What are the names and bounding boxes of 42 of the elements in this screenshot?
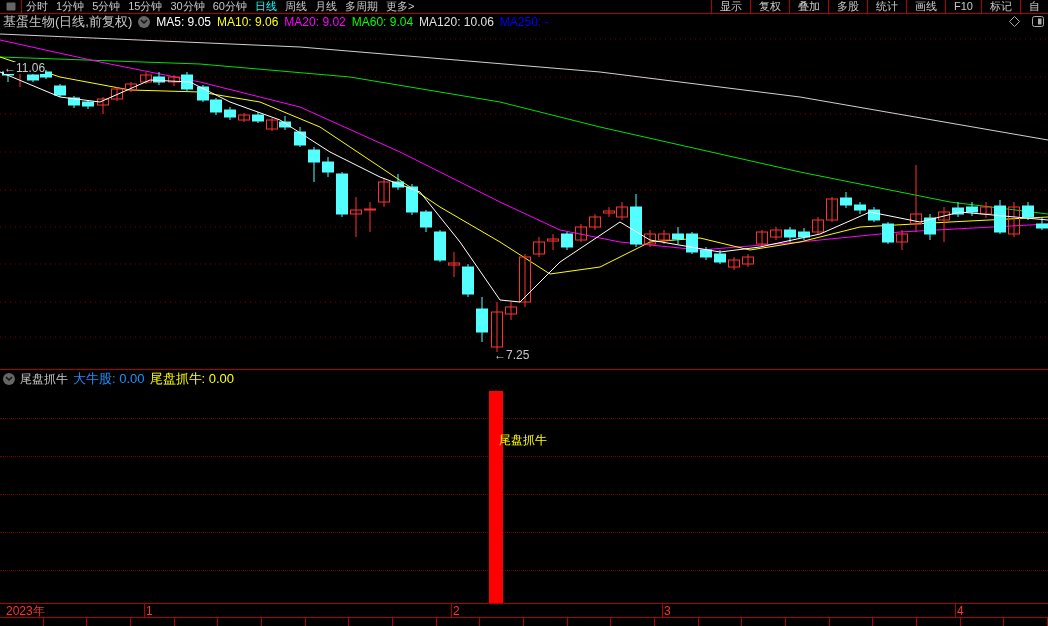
dropdown-icon[interactable] <box>3 373 15 385</box>
moving-average-value: MA250: - <box>499 13 549 31</box>
toolbar-button[interactable]: 统计 <box>867 0 907 14</box>
toolbar-button[interactable]: 画线 <box>906 0 946 14</box>
panel-toggle-icon[interactable] <box>1032 16 1044 27</box>
dropdown-icon[interactable] <box>138 15 151 28</box>
time-axis-label: 2 <box>453 604 460 618</box>
toolbar-button[interactable]: 叠加 <box>789 0 829 14</box>
time-axis-label: 3 <box>664 604 671 618</box>
period-tab[interactable]: 月线 <box>311 0 341 13</box>
period-tab[interactable]: 分时 <box>22 0 52 13</box>
toolbar-button[interactable]: 多股 <box>828 0 868 14</box>
period-tab[interactable]: 15分钟 <box>124 0 167 13</box>
indicator-value: 大牛股: 0.00 <box>73 370 145 389</box>
period-tab[interactable]: 周线 <box>281 0 311 13</box>
toolbar-button[interactable]: F10 <box>945 0 981 14</box>
toolbar-button[interactable]: 标记 <box>981 0 1020 14</box>
toolbar-button[interactable]: 自 <box>1020 0 1048 14</box>
moving-average-value: MA10: 9.06 <box>217 13 279 31</box>
indicator-name: 尾盘抓牛 <box>20 371 68 388</box>
toolbar-button[interactable]: 显示 <box>711 0 751 14</box>
period-tab[interactable]: 日线 <box>251 0 281 13</box>
period-tab[interactable]: 5分钟 <box>88 0 125 13</box>
moving-average-value: MA20: 9.02 <box>284 13 346 31</box>
toolbar-button[interactable]: 复权 <box>750 0 790 14</box>
moving-average-value: MA60: 9.04 <box>351 13 414 31</box>
period-tab[interactable]: 更多> <box>382 0 419 13</box>
indicator-value: 尾盘抓牛: 0.00 <box>149 370 235 389</box>
moving-average-value: MA5: 9.05 <box>156 13 211 31</box>
time-axis-label: 1 <box>146 604 153 618</box>
chart-title: 基蛋生物(日线,前复权) <box>3 12 133 31</box>
time-axis-label: 4 <box>957 604 964 618</box>
period-tab[interactable]: 多周期 <box>341 0 382 13</box>
period-tab[interactable]: 1分钟 <box>52 0 89 13</box>
period-tab[interactable]: 60分钟 <box>208 0 251 13</box>
moving-average-value: MA120: 10.06 <box>419 13 494 31</box>
period-tab[interactable]: 30分钟 <box>166 0 209 13</box>
window-icon[interactable] <box>5 2 16 11</box>
diamond-icon[interactable] <box>1009 16 1020 27</box>
high-price-marker: ←11.06 <box>4 62 46 74</box>
low-price-marker: ←7.25 <box>494 349 530 361</box>
time-axis-label: 2023年 <box>6 604 45 618</box>
